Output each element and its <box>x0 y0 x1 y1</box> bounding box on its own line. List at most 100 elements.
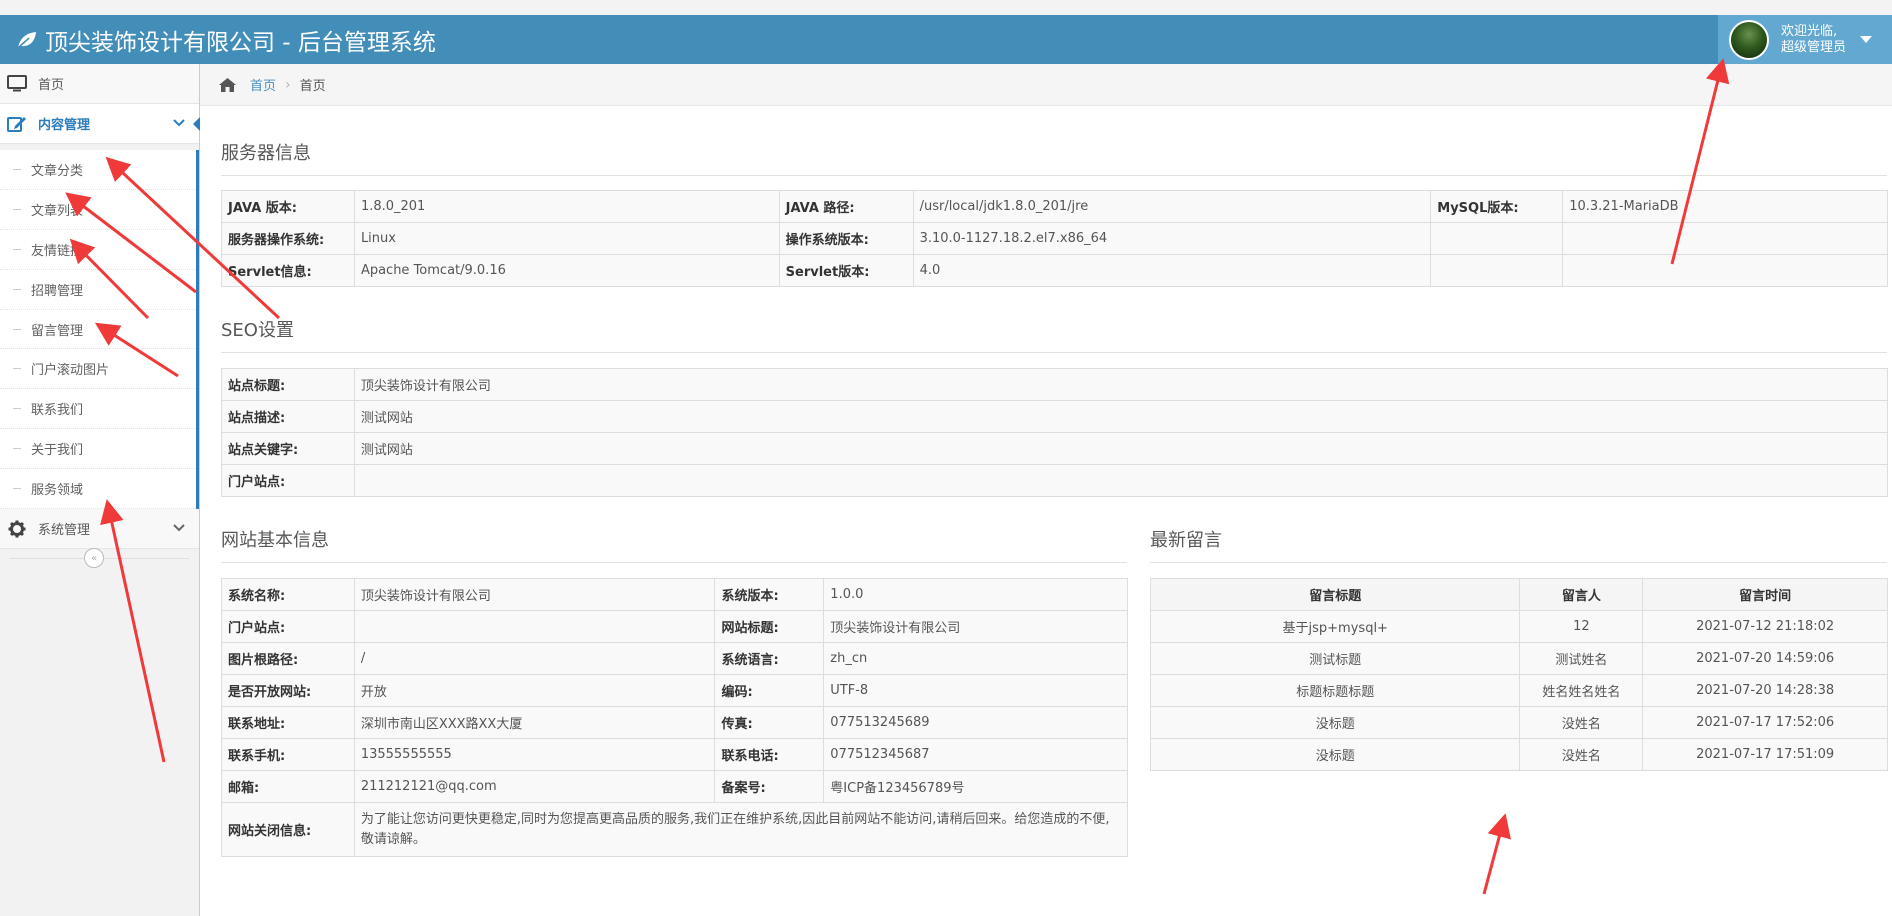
field-value: 顶尖装饰设计有限公司 <box>353 578 716 611</box>
field-label: 备案号: <box>714 770 825 803</box>
field-label: 联系手机: <box>221 738 355 771</box>
field-value: 10.3.21-MariaDB <box>1562 190 1888 223</box>
sidebar-subitem-services[interactable]: 服务领域 <box>0 469 196 510</box>
brand[interactable]: 顶尖装饰设计有限公司 - 后台管理系统 <box>16 15 436 64</box>
table-row[interactable]: 标题标题标题 姓名姓名姓名 2021-07-20 14:28:38 <box>1149 674 1888 707</box>
field-label: 传真: <box>714 706 825 739</box>
sidebar-item-label: 内容管理 <box>38 118 91 133</box>
field-value <box>1562 222 1888 255</box>
table-row: 服务器操作系统: Linux 操作系统版本: 3.10.0-1127.18.2.el7… <box>221 222 1888 255</box>
field-label <box>1430 254 1564 287</box>
table-row: 系统名称: 顶尖装饰设计有限公司 系统版本: 1.0.0 <box>221 578 1128 611</box>
latest-messages-table: 留言标题 留言人 留言时间 基于jsp+mysql+ 12 2021-07-12 21:… <box>1149 578 1888 771</box>
field-label: 门户站点: <box>221 464 355 497</box>
home-icon <box>219 77 236 92</box>
field-label: 联系地址: <box>221 706 355 739</box>
sidebar-subitem-messages[interactable]: 留言管理 <box>0 310 196 350</box>
field-label: 站点描述: <box>221 400 355 433</box>
sidebar-subitem-friend-links[interactable]: 友情链接 <box>0 230 196 270</box>
field-value: 3.10.0-1127.18.2.el7.x86_64 <box>912 222 1432 255</box>
field-label: 网站标题: <box>714 610 825 643</box>
field-value: Apache Tomcat/9.0.16 <box>353 254 780 287</box>
sidebar-subitem-about[interactable]: 关于我们 <box>0 429 196 470</box>
field-value: 4.0 <box>912 254 1432 287</box>
field-label: 操作系统版本: <box>778 222 914 255</box>
column-header: 留言人 <box>1519 578 1644 611</box>
field-label: 系统名称: <box>221 578 355 611</box>
table-row: 站点标题: 顶尖装饰设计有限公司 <box>221 368 1889 401</box>
table-row: 网站关闭信息: 为了能让您访问更快更稳定,同时为您提高更高品质的服务,我们正在维护… <box>221 802 1129 857</box>
table-row: 站点描述: 测试网站 <box>221 400 1889 433</box>
table-row: 联系手机: 13555555555 联系电话: 077512345687 <box>221 738 1128 771</box>
table-row[interactable]: 没标题 没姓名 2021-07-17 17:52:06 <box>1149 706 1888 739</box>
sidebar-subitem-article-list[interactable]: 文章列表 <box>0 190 196 230</box>
breadcrumb-current: 首页 <box>299 79 326 94</box>
field-value: / <box>353 642 716 675</box>
site-basic-info-title: 网站基本信息 <box>221 526 1127 563</box>
field-value: 211212121@qq.com <box>353 770 716 803</box>
sidebar-subitem-recruitment[interactable]: 招聘管理 <box>0 270 196 310</box>
field-label: 服务器操作系统: <box>221 222 355 255</box>
sidebar-subitem-article-category[interactable]: 文章分类 <box>0 150 196 190</box>
table-cell: 没标题 <box>1149 738 1521 771</box>
table-row: Servlet信息: Apache Tomcat/9.0.16 Servlet版本:… <box>221 254 1888 287</box>
table-cell: 没标题 <box>1149 706 1521 739</box>
table-cell: 测试标题 <box>1149 642 1521 675</box>
user-menu[interactable]: 欢迎光临, 超级管理员 <box>1718 15 1892 64</box>
field-label: JAVA 版本: <box>221 190 355 223</box>
sidebar-item-home[interactable]: 首页 <box>0 64 199 104</box>
field-label: 图片根路径: <box>221 642 355 675</box>
field-value: 测试网站 <box>353 400 1889 433</box>
site-basic-info-table: 系统名称: 顶尖装饰设计有限公司 系统版本: 1.0.0 门户站点: 网站标题: 顶尖装饰设… <box>221 578 1129 857</box>
monitor-icon <box>6 74 28 93</box>
table-row: 联系地址: 深圳市南山区XXX路XX大厦 传真: 077513245689 <box>221 706 1128 739</box>
chevron-right-icon: › <box>285 76 291 93</box>
table-cell: 基于jsp+mysql+ <box>1149 610 1521 643</box>
caret-down-icon[interactable] <box>1860 36 1873 43</box>
table-row: 邮箱: 211212121@qq.com 备案号: 粤ICP备123456789号 <box>221 770 1128 803</box>
column-header: 留言时间 <box>1642 578 1888 611</box>
sidebar-item-content[interactable]: 内容管理 <box>0 104 200 144</box>
server-info-title: 服务器信息 <box>221 139 1887 176</box>
field-label: 系统版本: <box>714 578 825 611</box>
field-value <box>353 610 716 643</box>
content-submenu: 文章分类 文章列表 友情链接 招聘管理 留言管理 门户滚动图片 联系我们 关于我… <box>0 150 199 510</box>
table-cell: 没姓名 <box>1519 738 1644 771</box>
edit-icon <box>6 115 28 133</box>
table-cell: 12 <box>1519 610 1644 643</box>
app-title: 顶尖装饰设计有限公司 - 后台管理系统 <box>45 29 436 56</box>
table-row[interactable]: 测试标题 测试姓名 2021-07-20 14:59:06 <box>1149 642 1888 675</box>
sidebar-subitem-carousel[interactable]: 门户滚动图片 <box>0 349 196 390</box>
breadcrumb: 首页 › 首页 <box>200 64 1892 106</box>
table-row[interactable]: 没标题 没姓名 2021-07-17 17:51:09 <box>1149 738 1888 771</box>
table-cell: 标题标题标题 <box>1149 674 1521 707</box>
table-header-row: 留言标题 留言人 留言时间 <box>1149 578 1888 611</box>
field-value: 顶尖装饰设计有限公司 <box>823 610 1128 643</box>
sidebar-item-system[interactable]: 系统管理 <box>0 509 199 549</box>
field-value: 1.8.0_201 <box>353 190 780 223</box>
seo-settings-table: 站点标题: 顶尖装饰设计有限公司 站点描述: 测试网站 站点关键字: 测试网站 门户站点: <box>221 368 1889 497</box>
table-cell: 2021-07-17 17:52:06 <box>1642 706 1888 739</box>
table-row: 是否开放网站: 开放 编码: UTF-8 <box>221 674 1128 707</box>
field-label: 是否开放网站: <box>221 674 355 707</box>
field-value: 13555555555 <box>353 738 716 771</box>
latest-messages-title: 最新留言 <box>1150 526 1887 563</box>
table-cell: 测试姓名 <box>1519 642 1644 675</box>
sidebar-item-label: 系统管理 <box>38 523 91 538</box>
field-value: 粤ICP备123456789号 <box>823 770 1128 803</box>
field-label: 门户站点: <box>221 610 355 643</box>
double-chevron-left-icon[interactable]: « <box>84 548 104 568</box>
avatar <box>1729 19 1769 60</box>
sidebar-subitem-contact[interactable]: 联系我们 <box>0 389 196 430</box>
table-cell: 姓名姓名姓名 <box>1519 674 1644 707</box>
field-value: 开放 <box>353 674 716 707</box>
field-value: 测试网站 <box>353 432 1889 465</box>
table-row[interactable]: 基于jsp+mysql+ 12 2021-07-12 21:18:02 <box>1149 610 1888 643</box>
table-row: 图片根路径: / 系统语言: zh_cn <box>221 642 1128 675</box>
active-indicator <box>193 117 200 131</box>
table-cell: 没姓名 <box>1519 706 1644 739</box>
sidebar: 首页 内容管理 文章分类 文章列表 友情链接 招聘管理 留言管理 门户滚动图片 … <box>0 64 200 916</box>
breadcrumb-home-link[interactable]: 首页 <box>250 75 276 94</box>
field-label: Servlet信息: <box>221 254 355 287</box>
field-value: 077513245689 <box>823 706 1128 739</box>
